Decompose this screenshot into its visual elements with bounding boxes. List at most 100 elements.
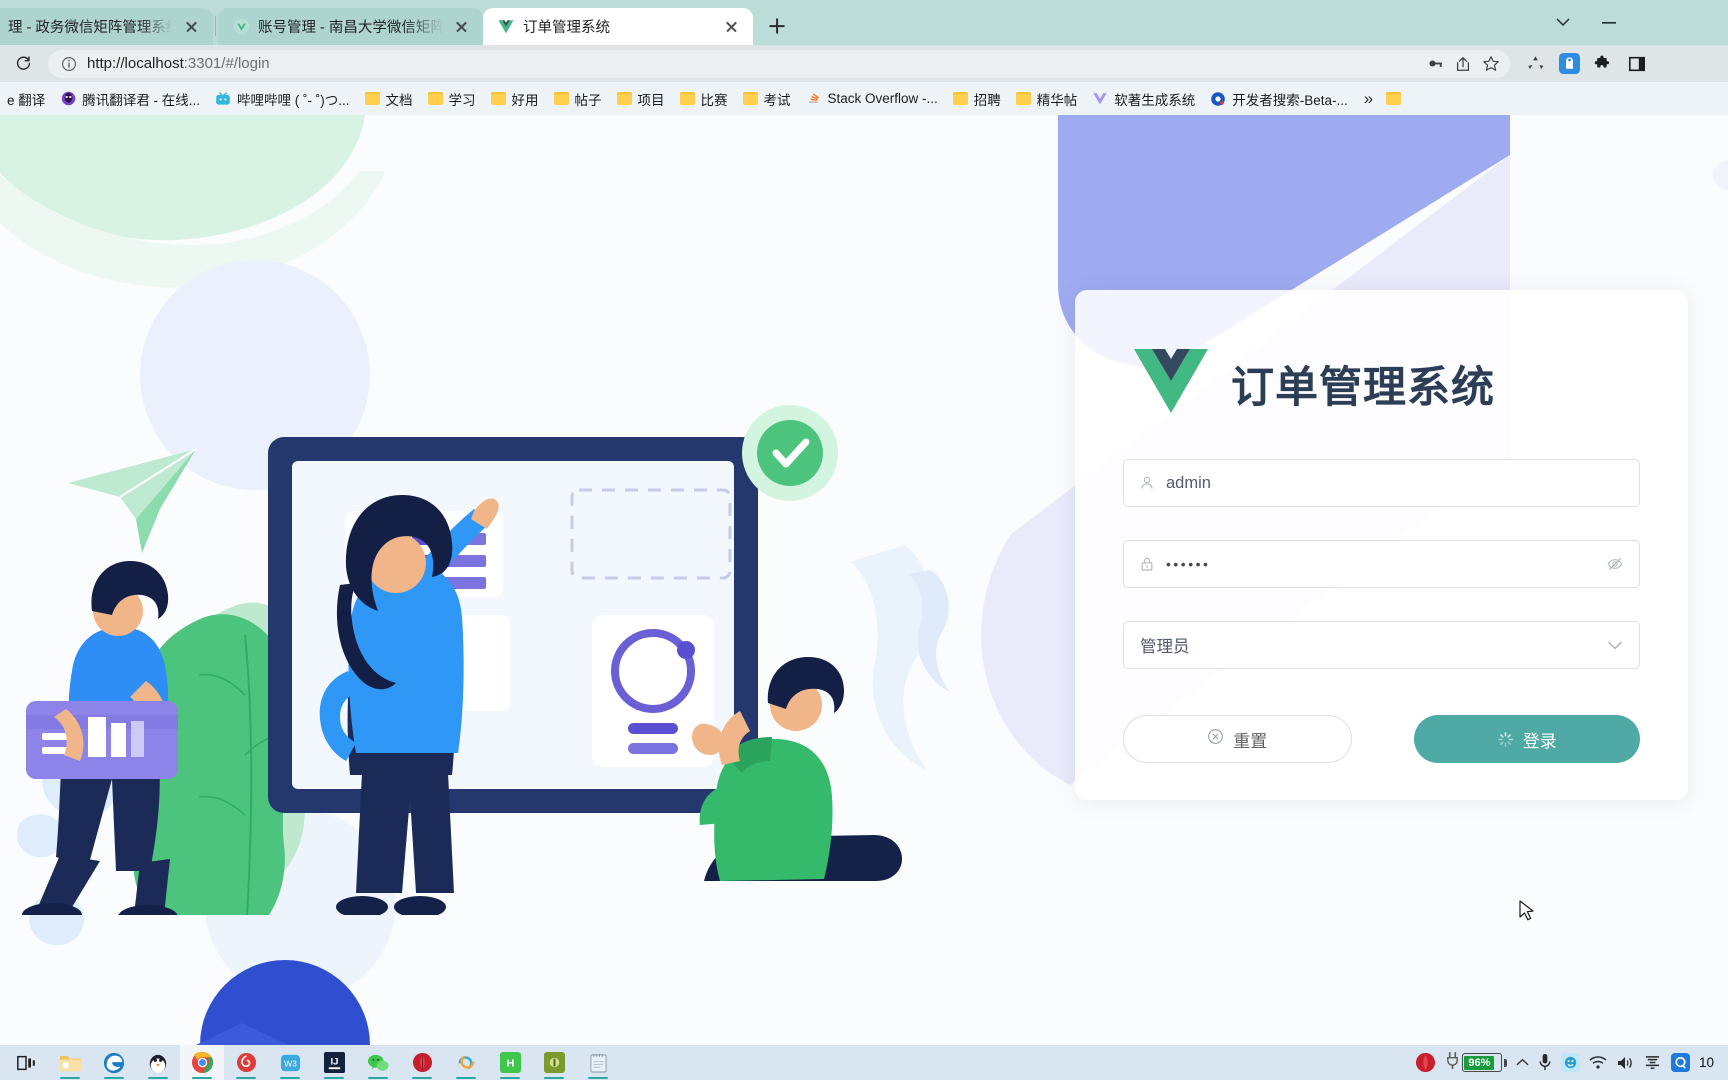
bookmark-item[interactable]: 哔哩哔哩 ( ˚- ˚)つ...	[208, 86, 356, 112]
bookmark-item[interactable]: 项目	[610, 86, 672, 112]
qq-icon[interactable]	[136, 1045, 180, 1080]
battery-tip	[1503, 1058, 1507, 1067]
password-field[interactable]: ••••••	[1123, 540, 1640, 588]
task-view-icon[interactable]	[4, 1045, 48, 1080]
new-tab-button[interactable]	[761, 10, 793, 42]
eye-off-icon[interactable]	[1605, 554, 1625, 574]
close-window-icon[interactable]	[1678, 3, 1724, 43]
key-icon[interactable]	[1422, 51, 1448, 77]
recycle-extension-icon[interactable]	[1520, 49, 1550, 79]
bookmark-item[interactable]: 招聘	[946, 86, 1008, 112]
loading-spinner-icon	[1497, 731, 1514, 748]
wechat-icon[interactable]	[356, 1045, 400, 1080]
notepad-icon[interactable]	[576, 1045, 620, 1080]
tim-icon[interactable]	[400, 1045, 444, 1080]
browser-tab[interactable]: 账号管理 - 南昌大学微信矩阵管理	[218, 8, 483, 45]
bookmark-item[interactable]: 腾讯翻译君 - 在线...	[53, 86, 207, 112]
close-icon[interactable]	[721, 16, 743, 38]
username-input[interactable]: admin	[1166, 474, 1625, 493]
folder-icon	[364, 92, 380, 105]
ime-logo-icon[interactable]	[1643, 1054, 1662, 1071]
bookmark-item[interactable]: 学习	[421, 86, 483, 112]
role-value: 管理员	[1140, 638, 1190, 656]
bookmark-item[interactable]: 比赛	[673, 86, 735, 112]
bilibili-icon	[215, 91, 231, 107]
user-icon	[1138, 475, 1155, 492]
role-select[interactable]: 管理员	[1123, 621, 1640, 669]
hbuilder-icon[interactable]: H	[488, 1045, 532, 1080]
puzzle-extensions-icon[interactable]	[1588, 49, 1618, 79]
bookmark-label: 招聘	[973, 92, 1001, 108]
bookmark-label: 软著生成系统	[1114, 92, 1196, 108]
bookmark-item[interactable]: 考试	[736, 86, 798, 112]
minimize-icon[interactable]	[1586, 3, 1632, 43]
battery-indicator[interactable]: 96%	[1445, 1051, 1507, 1075]
profile-avatar[interactable]	[1656, 49, 1686, 79]
blue-extension-icon[interactable]	[1554, 49, 1584, 79]
login-actions: 重置 登录	[1123, 715, 1640, 763]
bookmark-label: 文档	[385, 92, 413, 108]
bookmark-label: 项目	[637, 92, 665, 108]
smiley-blue-icon[interactable]	[1560, 1053, 1580, 1072]
intellij-idea-icon[interactable]: IJ	[312, 1045, 356, 1080]
bookmark-label: 精华帖	[1036, 92, 1078, 108]
volume-icon[interactable]	[1616, 1055, 1634, 1071]
sidepanel-icon[interactable]	[1622, 49, 1652, 79]
bookmark-label: 学习	[448, 92, 476, 108]
system-tray: 96% 10	[1415, 1051, 1724, 1075]
edge-icon[interactable]	[92, 1045, 136, 1080]
tim-tray-icon[interactable]	[1415, 1052, 1436, 1073]
reset-button[interactable]: 重置	[1123, 715, 1352, 763]
bookmarks-bar: e 翻译 腾讯翻译君 - 在线... 哔哩哔哩 ( ˚- ˚)つ... 文档 学…	[0, 82, 1728, 115]
wechat-dev-icon[interactable]: W3	[268, 1045, 312, 1080]
omnibox-actions	[1422, 51, 1504, 77]
maximize-icon[interactable]	[1632, 3, 1678, 43]
address-bar[interactable]: http://localhost:3301/#/login	[48, 49, 1510, 78]
login-button-label: 登录	[1522, 731, 1557, 751]
close-icon[interactable]	[181, 16, 203, 38]
vue-icon	[497, 18, 515, 36]
microphone-icon[interactable]	[1538, 1053, 1552, 1072]
bookmark-item[interactable]: 软著生成系统	[1085, 86, 1202, 112]
taskbar: W3 IJ H 96% 10	[0, 1045, 1728, 1080]
music-icon[interactable]	[224, 1045, 268, 1080]
bookmark-label: 帖子	[574, 92, 602, 108]
bookmark-item[interactable]	[1382, 89, 1408, 108]
q-icon[interactable]	[1670, 1053, 1690, 1072]
taskbar-clock[interactable]: 10	[1699, 1055, 1714, 1071]
bookmark-item[interactable]: 文档	[358, 86, 420, 112]
browser-tab-active[interactable]: 订单管理系统	[483, 8, 753, 45]
login-button[interactable]: 登录	[1413, 715, 1640, 763]
bookmarks-overflow-button[interactable]: »	[1356, 89, 1381, 109]
bookmark-item[interactable]: 开发者搜索-Beta-...	[1203, 86, 1355, 112]
wifi-icon[interactable]	[1589, 1055, 1607, 1070]
password-input[interactable]: ••••••	[1166, 556, 1594, 572]
translate-icon	[0, 91, 1, 107]
chevron-up-icon[interactable]	[1516, 1058, 1529, 1067]
bookmark-item[interactable]: 精华帖	[1009, 86, 1085, 112]
bookmark-item[interactable]: Stack Overflow -...	[799, 88, 945, 110]
app-icon[interactable]	[444, 1045, 488, 1080]
bookmark-star-icon[interactable]	[1478, 51, 1504, 77]
reload-icon[interactable]	[8, 49, 38, 79]
bookmark-label: Stack Overflow -...	[827, 91, 938, 106]
chrome-menu-icon[interactable]	[1690, 49, 1720, 79]
close-icon[interactable]	[451, 16, 473, 38]
chevron-down-icon[interactable]	[1605, 635, 1625, 655]
share-icon[interactable]	[1450, 51, 1476, 77]
site-info-icon[interactable]	[60, 55, 78, 73]
bookmark-item[interactable]: 帖子	[547, 86, 609, 112]
tencent-translate-icon	[60, 91, 76, 107]
file-explorer-icon[interactable]	[48, 1045, 92, 1080]
office-icon[interactable]	[532, 1045, 576, 1080]
vue-icon	[1092, 91, 1108, 107]
bookmark-item[interactable]: 好用	[484, 86, 546, 112]
bookmark-label: 好用	[511, 92, 539, 108]
devsearch-icon	[1210, 91, 1226, 107]
lock-icon	[1138, 556, 1155, 573]
tab-search-icon[interactable]	[1540, 3, 1586, 43]
browser-tab[interactable]: 理 - 政务微信矩阵管理系统	[0, 8, 213, 45]
chrome-icon[interactable]	[180, 1045, 224, 1080]
bookmark-item[interactable]: e 翻译	[0, 86, 52, 112]
username-field[interactable]: admin	[1123, 459, 1640, 507]
